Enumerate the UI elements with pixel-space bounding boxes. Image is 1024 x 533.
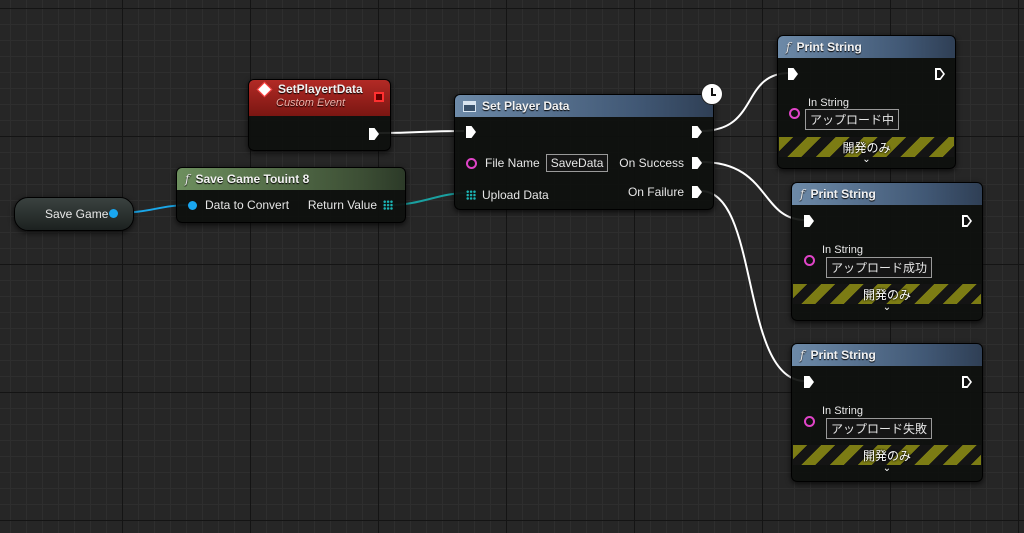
- print-string-node[interactable]: f Print String In String アップロード失敗 開発のみ ⌄: [791, 343, 983, 482]
- save-game-to-uint8-title: Save Game Touint 8: [195, 172, 310, 186]
- save-game-to-uint8-node[interactable]: f Save Game Touint 8 Data to Convert Ret…: [176, 167, 406, 223]
- exec-wire-success-to-print2: [700, 161, 806, 221]
- return-value-output[interactable]: Return Value: [308, 198, 393, 212]
- print-string-header: f Print String: [792, 344, 982, 366]
- save-game-variable-node[interactable]: Save Game: [14, 197, 134, 231]
- development-only-label: 開発のみ: [862, 448, 911, 463]
- set-player-data-header: Set Player Data: [455, 95, 713, 117]
- function-icon: f: [800, 348, 805, 362]
- return-value-label: Return Value: [307, 198, 377, 212]
- delegate-pin[interactable]: [374, 92, 384, 102]
- custom-event-header: SetPlayertData Custom Event: [249, 80, 390, 116]
- print-string-exec-output[interactable]: [935, 68, 945, 80]
- on-success-label: On Success: [619, 156, 684, 170]
- save-game-output-pin[interactable]: [109, 209, 118, 218]
- print-string-exec-input[interactable]: [788, 68, 798, 80]
- in-string-label: In String: [822, 244, 863, 256]
- set-player-data-exec-input[interactable]: [466, 126, 476, 138]
- data-to-convert-input[interactable]: Data to Convert: [188, 198, 289, 212]
- in-string-pin[interactable]: [789, 108, 800, 119]
- data-to-convert-pin[interactable]: [188, 200, 197, 210]
- file-name-value-field[interactable]: SaveData: [545, 154, 609, 172]
- custom-event-subtitle: Custom Event: [276, 97, 346, 109]
- development-only-banner: 開発のみ: [793, 445, 981, 465]
- node-type-icon: [463, 100, 476, 112]
- file-name-label: File Name: [485, 156, 540, 170]
- file-name-input[interactable]: File Name SaveData: [466, 154, 609, 172]
- print-string-exec-input[interactable]: [804, 376, 814, 388]
- custom-event-title: SetPlayertData: [278, 82, 363, 96]
- upload-data-label: Upload Data: [482, 188, 549, 202]
- development-only-label: 開発のみ: [842, 140, 891, 155]
- print-string-exec-output[interactable]: [962, 376, 972, 388]
- development-only-banner: 開発のみ: [793, 284, 981, 304]
- on-failure-label: On Failure: [627, 185, 684, 199]
- exec-wire-failure-to-print3: [700, 190, 806, 382]
- in-string-label: In String: [822, 405, 863, 417]
- print-string-exec-input[interactable]: [804, 215, 814, 227]
- return-value-array-pin[interactable]: [383, 200, 393, 210]
- print-string-title: Print String: [810, 187, 876, 201]
- print-string-header: f Print String: [778, 36, 955, 58]
- print-string-node[interactable]: f Print String In String アップロード成功 開発のみ ⌄: [791, 182, 983, 321]
- in-string-pin[interactable]: [804, 416, 815, 427]
- in-string-value-field[interactable]: アップロード失敗: [826, 418, 933, 439]
- clock-icon: [701, 83, 723, 105]
- save-game-to-uint8-header: f Save Game Touint 8: [177, 168, 405, 190]
- print-string-exec-output[interactable]: [962, 215, 972, 227]
- upload-data-input[interactable]: Upload Data: [466, 188, 549, 202]
- event-diamond-icon: [256, 81, 273, 97]
- set-player-data-title: Set Player Data: [482, 99, 570, 113]
- set-player-data-node[interactable]: Set Player Data File Name SaveData Uploa…: [454, 83, 723, 210]
- print-string-title: Print String: [810, 348, 876, 362]
- expand-chevron-icon[interactable]: ⌄: [883, 463, 891, 474]
- expand-chevron-icon[interactable]: ⌄: [862, 154, 870, 165]
- development-only-label: 開発のみ: [862, 287, 911, 302]
- on-success-output[interactable]: On Success: [619, 156, 702, 170]
- function-icon: f: [185, 172, 190, 186]
- function-icon: f: [800, 187, 805, 201]
- data-to-convert-label: Data to Convert: [205, 198, 290, 212]
- event-exec-output-pin[interactable]: [369, 128, 379, 140]
- in-string-pin[interactable]: [804, 255, 815, 266]
- print-string-title: Print String: [796, 40, 862, 54]
- custom-event-node[interactable]: SetPlayertData Custom Event: [248, 79, 391, 151]
- in-string-value-field[interactable]: アップロード中: [805, 109, 900, 130]
- save-game-label: Save Game: [45, 207, 109, 221]
- on-failure-output[interactable]: On Failure: [628, 185, 702, 199]
- print-string-node[interactable]: f Print String In String アップロード中 開発のみ ⌄: [777, 35, 956, 169]
- in-string-value-field[interactable]: アップロード成功: [826, 257, 933, 278]
- set-player-data-exec-output[interactable]: [692, 126, 702, 138]
- expand-chevron-icon[interactable]: ⌄: [883, 302, 891, 313]
- file-name-string-pin[interactable]: [466, 157, 477, 169]
- upload-data-array-pin[interactable]: [466, 190, 476, 200]
- function-icon: f: [786, 40, 791, 54]
- print-string-header: f Print String: [792, 183, 982, 205]
- in-string-label: In String: [808, 97, 849, 109]
